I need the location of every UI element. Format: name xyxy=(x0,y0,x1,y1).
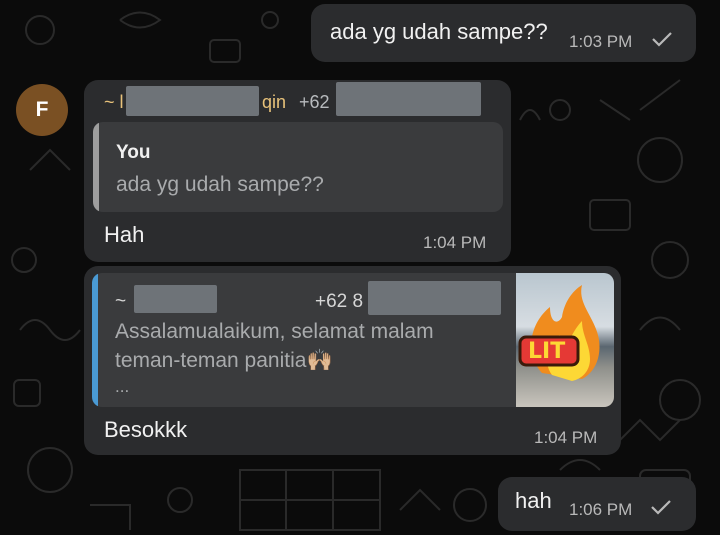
message-bubble-incoming[interactable]: ~ +62 8 Assalamualaikum, selamat malam t… xyxy=(84,266,621,455)
redacted-sender-phone xyxy=(336,82,481,116)
quoted-message[interactable]: You ada yg udah sampe?? xyxy=(93,122,503,212)
quote-more: ... xyxy=(115,377,130,396)
redacted-quote-phone xyxy=(368,281,501,315)
redacted-sender-name xyxy=(126,86,259,116)
single-check-icon xyxy=(651,500,671,515)
quote-bar xyxy=(92,273,98,407)
message-time: 1:04 PM xyxy=(534,428,598,447)
message-time: 1:04 PM xyxy=(423,233,487,252)
single-check-icon xyxy=(652,32,672,47)
avatar-letter: F xyxy=(35,98,49,121)
quote-author: You xyxy=(116,142,151,163)
quote-phone-prefix: +62 8 xyxy=(315,291,364,312)
message-time: 1:06 PM xyxy=(569,500,633,519)
sender-name-prefix: ~ l xyxy=(104,92,124,112)
quote-line-2: teman-teman panitia🙌🏼 xyxy=(115,349,333,372)
sender-name-suffix: qin xyxy=(262,92,287,112)
quote-bar xyxy=(93,122,99,212)
quote-thumbnail: LIT xyxy=(516,273,614,407)
avatar[interactable]: F xyxy=(16,84,68,136)
message-text: Hah xyxy=(104,222,145,247)
message-time: 1:03 PM xyxy=(569,32,633,51)
redacted-quote-author xyxy=(134,285,217,313)
quote-text: ada yg udah sampe?? xyxy=(116,173,324,196)
message-text: ada yg udah sampe?? xyxy=(330,19,548,44)
message-text: hah xyxy=(515,488,552,513)
message-bubble-outgoing[interactable]: hah 1:06 PM xyxy=(498,477,696,531)
sticker-text: LIT xyxy=(528,339,566,364)
message-text: Besokkk xyxy=(104,417,188,442)
quoted-message[interactable]: ~ +62 8 Assalamualaikum, selamat malam t… xyxy=(92,273,614,407)
message-bubble-incoming[interactable]: ~ l qin +62 You ada yg udah sampe?? Hah … xyxy=(84,80,511,262)
message-bubble-outgoing[interactable]: ada yg udah sampe?? 1:03 PM xyxy=(311,4,696,62)
quote-author-prefix: ~ xyxy=(115,291,127,312)
quote-line-1: Assalamualaikum, selamat malam xyxy=(115,320,434,343)
sender-phone-prefix: +62 xyxy=(299,92,330,112)
